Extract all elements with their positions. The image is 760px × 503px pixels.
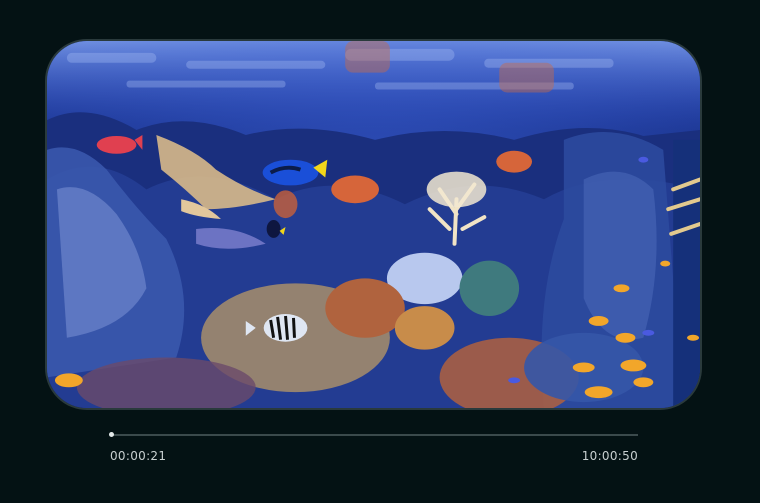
seek-bar-thumb[interactable]: [109, 432, 114, 437]
seek-bar[interactable]: [109, 432, 638, 437]
video-player: 00:00:21 10:00:50: [0, 0, 760, 503]
video-frame[interactable]: [45, 39, 702, 410]
aquarium-video: [47, 41, 700, 408]
total-duration: 10:00:50: [581, 449, 638, 463]
current-time: 00:00:21: [110, 449, 167, 463]
